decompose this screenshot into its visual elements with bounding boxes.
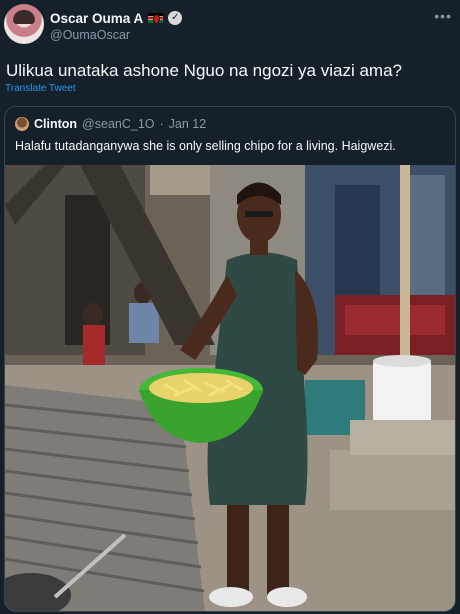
kenya-flag-icon (148, 13, 164, 23)
verified-badge-icon: ✓ (168, 11, 183, 25)
author-name-row: Oscar Ouma A ✓ (50, 9, 183, 27)
quoted-tweet-photo[interactable] (5, 165, 456, 612)
tweet-header: Oscar Ouma A ✓ @OumaOscar ••• (4, 4, 456, 46)
quoted-tweet[interactable]: Clinton @seanC_1O · Jan 12 Halafu tutada… (4, 106, 456, 612)
quoted-separator: · (159, 117, 164, 131)
translate-tweet-link[interactable]: Translate Tweet (5, 83, 76, 94)
quoted-tweet-text: Halafu tutadanganywa she is only selling… (15, 139, 396, 153)
author-name[interactable]: Oscar Ouma A (50, 11, 143, 26)
quoted-author-handle: @seanC_1O (82, 117, 155, 131)
author-avatar[interactable] (4, 4, 44, 44)
quoted-tweet-header: Clinton @seanC_1O · Jan 12 (15, 116, 206, 132)
quoted-author-name: Clinton (34, 117, 78, 131)
author-handle[interactable]: @OumaOscar (50, 28, 130, 42)
tweet-text: Ulikua unataka ashone Nguo na ngozi ya v… (6, 61, 402, 80)
more-options-icon[interactable]: ••• (434, 8, 452, 24)
quoted-author-avatar (15, 117, 29, 131)
quoted-date: Jan 12 (168, 117, 207, 131)
tweet-card: Oscar Ouma A ✓ @OumaOscar ••• Ulikua una… (0, 0, 460, 614)
